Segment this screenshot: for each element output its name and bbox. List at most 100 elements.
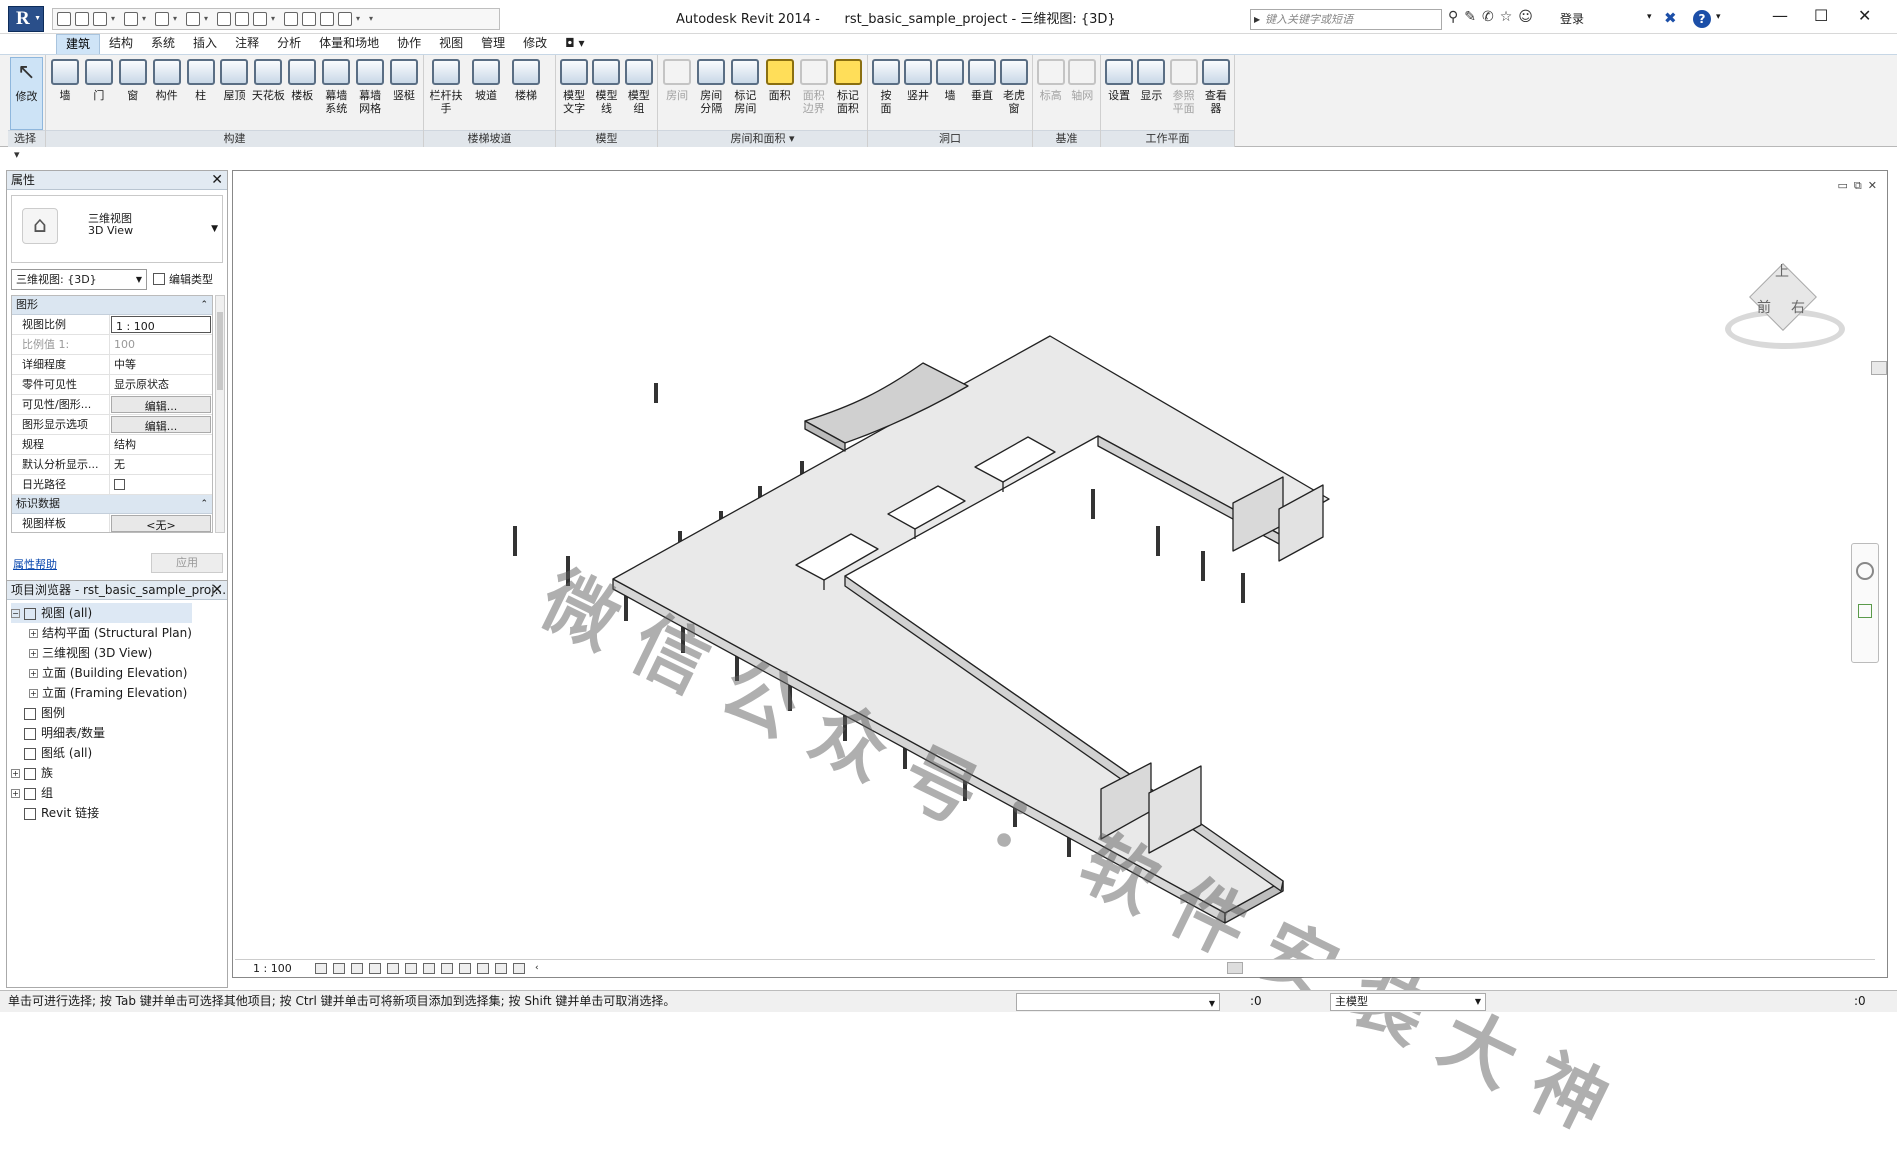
property-value[interactable]: 编辑... — [111, 396, 211, 413]
measure-icon[interactable] — [186, 12, 200, 26]
dropdown-icon[interactable]: ▾ — [173, 12, 182, 26]
tool-roof[interactable]: 屋顶 — [218, 57, 252, 130]
panel-label[interactable]: 洞口 — [868, 130, 1032, 147]
binoculars-icon[interactable]: ⚲ — [1448, 9, 1458, 25]
thin-lines-icon[interactable] — [302, 12, 316, 26]
tree-node[interactable]: + 立面 (Building Elevation) — [11, 663, 192, 683]
property-group[interactable]: 图形 ⌃ — [12, 296, 212, 315]
panel-label[interactable]: 工作平面 — [1101, 130, 1234, 147]
steering-wheel-icon[interactable] — [1856, 562, 1874, 580]
tool-model-group[interactable]: 模型 组 — [623, 57, 655, 130]
type-selector[interactable]: ⌂ 三维视图 3D View ▼ — [11, 195, 223, 263]
crop-icon[interactable] — [405, 963, 417, 974]
exchange-apps-icon[interactable]: ✖ — [1664, 9, 1677, 27]
property-grid-scrollbar[interactable] — [215, 295, 225, 533]
view-scale[interactable]: 1 : 100 — [253, 962, 292, 975]
favorites-icon[interactable]: ☆ — [1500, 9, 1513, 25]
expand-icon[interactable]: + — [29, 669, 38, 678]
property-value[interactable]: 中等 — [110, 355, 212, 374]
tab-5[interactable]: 分析 — [268, 34, 310, 54]
tab-4[interactable]: 注释 — [226, 34, 268, 54]
tool-area[interactable]: 面积 — [763, 57, 797, 130]
tool-room-separator[interactable]: 房间 分隔 — [694, 57, 728, 130]
vertical-scrollbar[interactable] — [1871, 361, 1887, 375]
tool-component[interactable]: 构件 — [150, 57, 184, 130]
tree-node[interactable]: − 视图 (all) — [11, 603, 192, 623]
tool-model-line[interactable]: 模型 线 — [590, 57, 622, 130]
tab-3[interactable]: 插入 — [184, 34, 226, 54]
tool-shaft[interactable]: 竖井 — [902, 57, 934, 130]
3d-viewport[interactable]: 微信公众号：软件安装大神 ▭ ⧉ ✕ 上 前 右 1 : 100 ‹ — [232, 170, 1888, 1160]
tool-model-text[interactable]: 模型 文字 — [558, 57, 590, 130]
tree-node[interactable]: 图例 — [11, 703, 192, 723]
tree-node[interactable]: + 三维视图 (3D View) — [11, 643, 192, 663]
tool-stair[interactable]: 楼梯 — [506, 57, 546, 130]
tree-node[interactable]: 图纸 (all) — [11, 743, 192, 763]
tab-1[interactable]: 结构 — [100, 34, 142, 54]
property-value[interactable]: 无 — [110, 455, 212, 474]
property-group[interactable]: 标识数据 ⌃ — [12, 495, 212, 514]
infocenter-search-input[interactable]: ▶ 键入关键字或短语 — [1250, 9, 1442, 30]
apply-button[interactable]: 应用 — [151, 553, 223, 573]
close-icon[interactable]: ✕ — [211, 171, 223, 189]
login-button[interactable]: 登录 — [1560, 10, 1584, 27]
detail-level-icon[interactable] — [315, 963, 327, 974]
tool-ceiling[interactable]: 天花板 — [251, 57, 285, 130]
revit-app-menu-button[interactable]: R ▼ — [8, 6, 44, 32]
sun-path-icon[interactable] — [351, 963, 363, 974]
tool-floor[interactable]: 楼板 — [285, 57, 319, 130]
tool-curtain-system[interactable]: 幕墙 系统 — [319, 57, 353, 130]
panel-label[interactable]: 模型 — [556, 130, 657, 147]
undo-icon[interactable] — [124, 12, 138, 26]
show-crop-icon[interactable] — [423, 963, 435, 974]
close-hidden-icon[interactable] — [320, 12, 334, 26]
tab-6[interactable]: 体量和场地 — [310, 34, 388, 54]
help-icon[interactable]: ? — [1693, 10, 1711, 28]
analytical-model-icon[interactable] — [513, 963, 525, 974]
panel-label[interactable]: 房间和面积 ▾ — [658, 130, 867, 147]
minimize-button[interactable]: — — [1772, 6, 1788, 25]
tab-9[interactable]: 管理 — [472, 34, 514, 54]
tool-ramp[interactable]: 坡道 — [466, 57, 506, 130]
expand-icon[interactable]: + — [29, 629, 38, 638]
edit-type-button[interactable]: 编辑类型 — [153, 269, 225, 290]
close-button[interactable]: ✕ — [1858, 6, 1871, 25]
sync-icon[interactable] — [93, 12, 107, 26]
tool-level[interactable]: 标高 — [1035, 57, 1067, 130]
close-view-icon[interactable]: ✕ — [1868, 179, 1877, 193]
tool-by-face[interactable]: 按 面 — [870, 57, 902, 130]
tool-column[interactable]: 柱 — [184, 57, 218, 130]
tree-node[interactable]: + 结构平面 (Structural Plan) — [11, 623, 192, 643]
tab-0[interactable]: 建筑 — [56, 34, 101, 54]
tool-ref-plane[interactable]: 参照 平面 — [1168, 57, 1200, 130]
tool-railing[interactable]: 栏杆扶手 — [426, 57, 466, 130]
tab-10[interactable]: 修改 — [514, 34, 556, 54]
subscription-icon[interactable]: ✎ — [1464, 9, 1476, 25]
collapse-icon[interactable]: ⌃ — [200, 495, 208, 513]
checkbox[interactable] — [114, 479, 125, 490]
tab-8[interactable]: 视图 — [430, 34, 472, 54]
expand-icon[interactable]: + — [29, 689, 38, 698]
save-icon[interactable] — [75, 12, 89, 26]
dropdown-icon[interactable]: ▾ — [142, 12, 151, 26]
temp-view-icon[interactable] — [495, 963, 507, 974]
help-dropdown-icon[interactable]: ▾ — [1716, 12, 1721, 22]
tool-tag-area[interactable]: 标记 面积 — [831, 57, 865, 130]
property-value[interactable]: 1 : 100 — [111, 316, 211, 333]
tool-room[interactable]: 房间 — [660, 57, 694, 130]
tool-area-boundary[interactable]: 面积 边界 — [797, 57, 831, 130]
tool-wall-opening[interactable]: 墙 — [934, 57, 966, 130]
cube-front-label[interactable]: 前 — [1757, 297, 1771, 317]
expand-icon[interactable]: ▶ — [1254, 10, 1260, 29]
hide-isolate-icon[interactable] — [459, 963, 471, 974]
tool-viewer[interactable]: 查看器 — [1200, 57, 1232, 130]
instance-dropdown[interactable]: 三维视图: {3D} ▼ — [11, 269, 147, 290]
reveal-hidden-icon[interactable] — [477, 963, 489, 974]
tool-set[interactable]: 设置 — [1103, 57, 1135, 130]
shadows-icon[interactable] — [369, 963, 381, 974]
panel-label[interactable]: 选择 ▾ — [8, 130, 45, 161]
tab-11[interactable]: ◘ ▾ — [556, 34, 593, 54]
tree-node[interactable]: + 组 — [11, 783, 192, 803]
tool-grid[interactable]: 轴网 — [1067, 57, 1099, 130]
text-icon[interactable] — [235, 12, 249, 26]
